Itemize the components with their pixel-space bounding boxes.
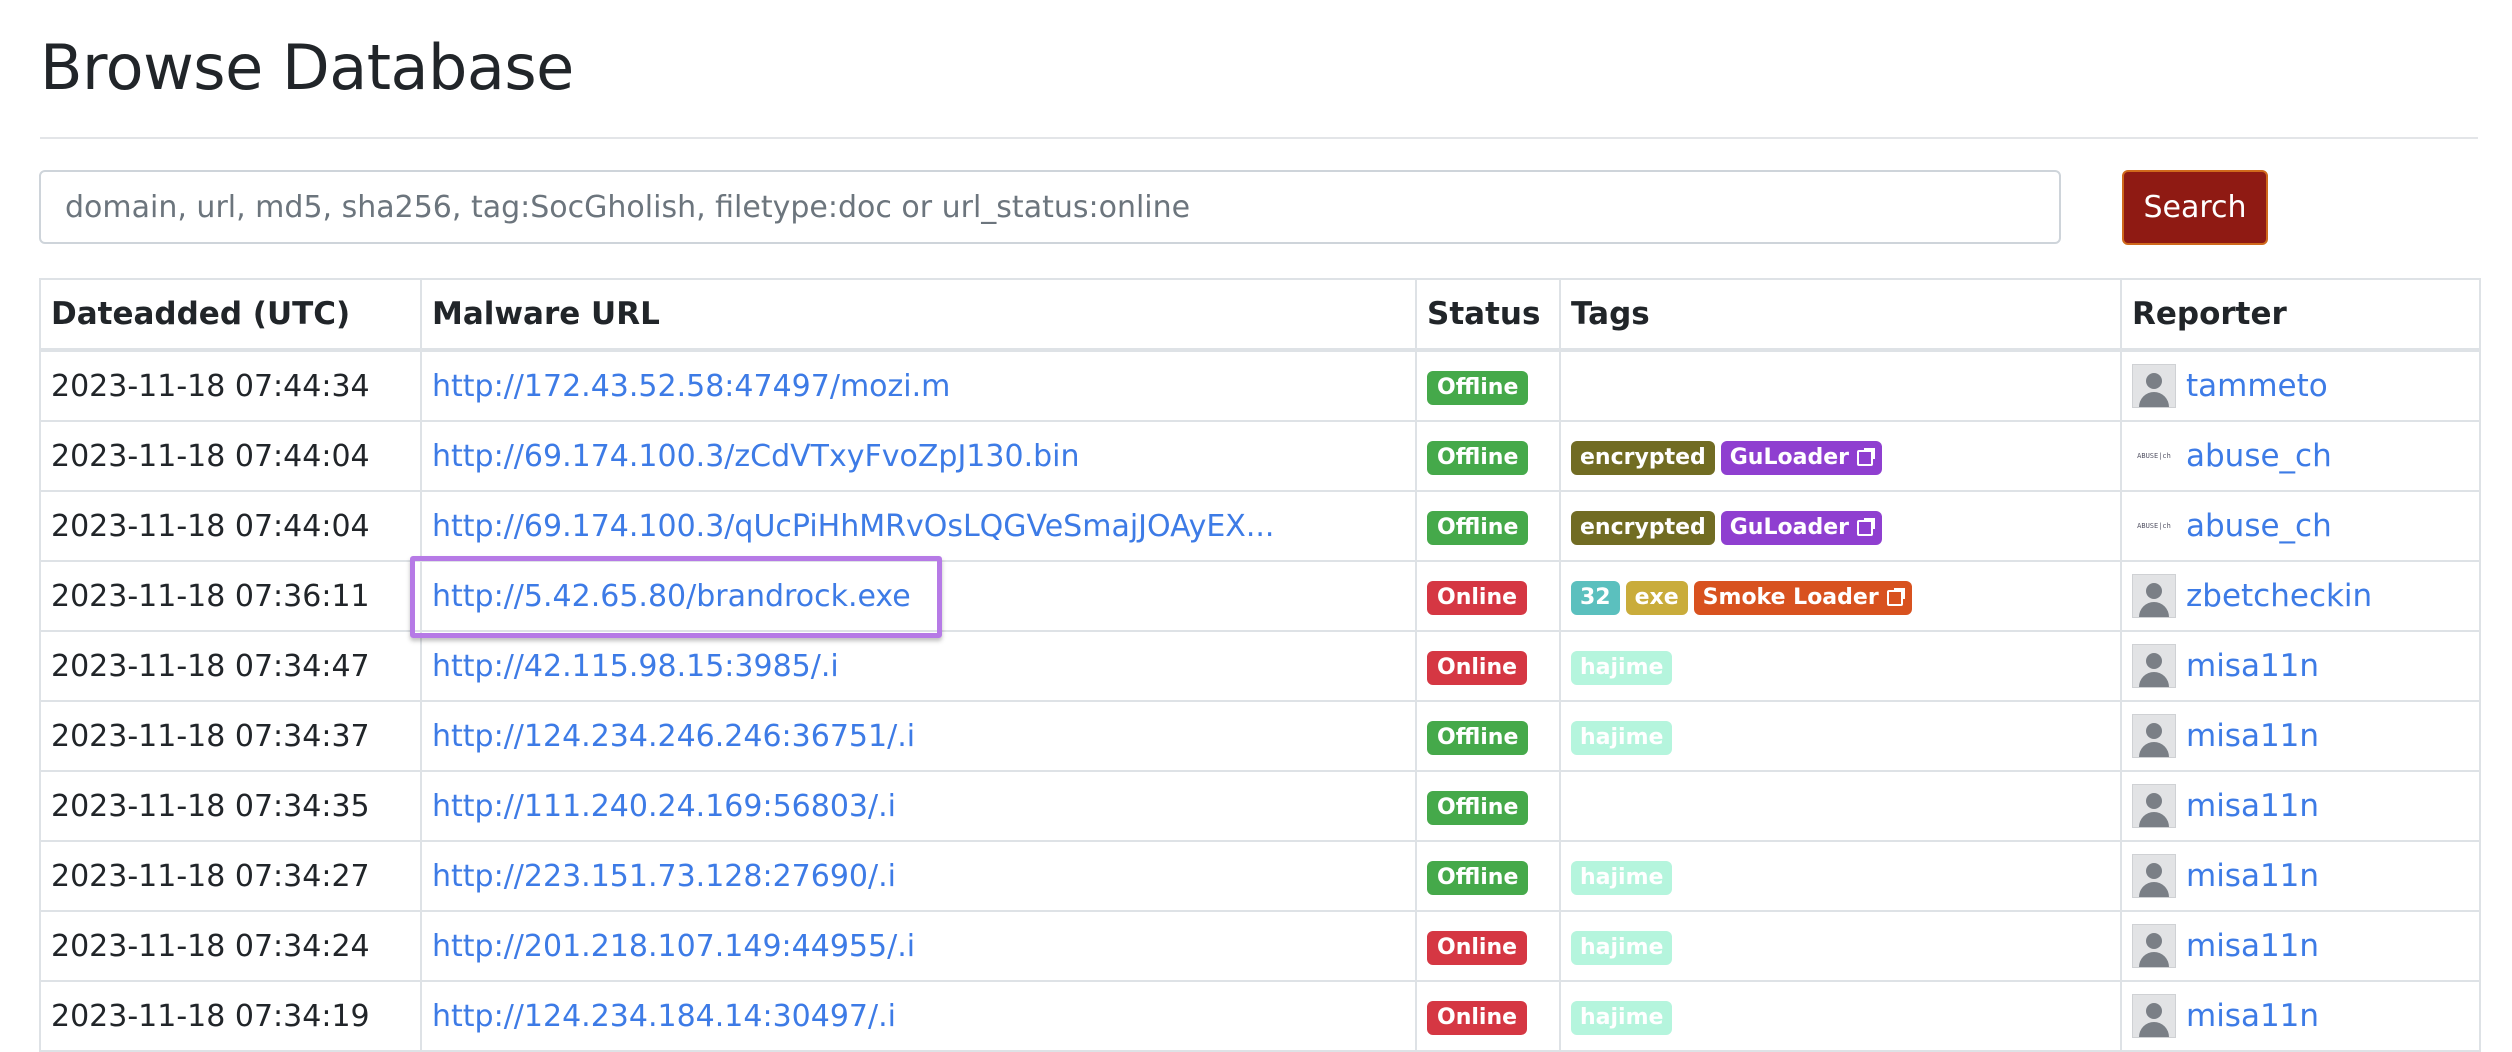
table-row: 2023-11-18 07:44:34 http://172.43.52.58:… — [39, 349, 2481, 422]
malware-url-link[interactable]: http://42.115.98.15:3985/.i — [432, 649, 839, 684]
user-avatar-icon — [2132, 784, 2176, 828]
tag-encrypted[interactable]: encrypted — [1571, 441, 1715, 475]
status-badge: Offline — [1427, 721, 1529, 755]
tags-cell: hajime — [1559, 700, 2122, 772]
search-button[interactable]: Search — [2122, 170, 2268, 245]
header-dateadded[interactable]: Dateadded (UTC) — [39, 278, 422, 352]
status-badge: Offline — [1427, 511, 1529, 545]
table-row: 2023-11-18 07:36:11 http://5.42.65.80/br… — [39, 556, 2481, 638]
date-cell: 2023-11-18 07:34:24 — [39, 910, 422, 982]
malware-url-table: Dateadded (UTC) Malware URL Status Tags … — [39, 278, 2481, 1052]
user-avatar-icon — [2132, 574, 2176, 618]
user-avatar-icon — [2132, 644, 2176, 688]
tags-cell: hajime — [1559, 910, 2122, 982]
tag-encrypted[interactable]: encrypted — [1571, 511, 1715, 545]
title-divider — [40, 137, 2478, 139]
user-avatar-icon — [2132, 714, 2176, 758]
date-cell: 2023-11-18 07:44:34 — [39, 349, 422, 422]
tag-smoke-loader[interactable]: Smoke Loader — [1693, 581, 1912, 615]
malware-url-link[interactable]: http://124.234.246.246:36751/.i — [432, 719, 915, 754]
malware-url-link[interactable]: http://69.174.100.3/qUcPiHhMRvOsLQGVeSma… — [432, 509, 1274, 544]
table-header-row: Dateadded (UTC) Malware URL Status Tags … — [39, 278, 2481, 352]
header-malware-url[interactable]: Malware URL — [420, 278, 1417, 352]
tag-label: GuLoader — [1729, 445, 1849, 470]
tag-hajime[interactable]: hajime — [1571, 931, 1673, 965]
reporter-link[interactable]: zbetcheckin — [2186, 578, 2372, 614]
abuse-ch-logo-icon: ABUSE|ch — [2137, 522, 2171, 530]
status-badge: Online — [1427, 1001, 1528, 1035]
status-badge: Offline — [1427, 441, 1529, 475]
table-row: 2023-11-18 07:34:24 http://201.218.107.1… — [39, 910, 2481, 982]
tag-hajime[interactable]: hajime — [1571, 721, 1673, 755]
date-cell: 2023-11-18 07:44:04 — [39, 490, 422, 562]
reporter-link[interactable]: abuse_ch — [2186, 438, 2332, 474]
tags-cell: encrypted GuLoader — [1559, 490, 2122, 562]
malware-url-link[interactable]: http://201.218.107.149:44955/.i — [432, 929, 915, 964]
user-avatar-icon — [2132, 924, 2176, 968]
user-avatar-icon — [2132, 994, 2176, 1038]
malware-url-link[interactable]: http://124.234.184.14:30497/.i — [432, 999, 896, 1034]
date-cell: 2023-11-18 07:34:47 — [39, 630, 422, 702]
tag-label: GuLoader — [1729, 515, 1849, 540]
header-reporter[interactable]: Reporter — [2120, 278, 2481, 352]
date-cell: 2023-11-18 07:34:37 — [39, 700, 422, 772]
table-row: 2023-11-18 07:44:04 http://69.174.100.3/… — [39, 490, 2481, 562]
reporter-link[interactable]: misa11n — [2186, 718, 2319, 754]
date-cell: 2023-11-18 07:44:04 — [39, 420, 422, 492]
table-row: 2023-11-18 07:34:19 http://124.234.184.1… — [39, 980, 2481, 1052]
tags-cell: hajime — [1559, 840, 2122, 912]
external-link-icon — [1856, 518, 1875, 536]
tag-hajime[interactable]: hajime — [1571, 1001, 1673, 1035]
user-avatar-icon — [2132, 364, 2176, 408]
tags-cell — [1559, 770, 2122, 842]
tag-hajime[interactable]: hajime — [1571, 861, 1673, 895]
malware-url-link[interactable]: http://111.240.24.169:56803/.i — [432, 789, 896, 824]
tags-cell: 32 exe Smoke Loader — [1559, 560, 2122, 632]
malware-url-link[interactable]: http://69.174.100.3/zCdVTxyFvoZpJ130.bin — [432, 439, 1080, 474]
status-badge: Online — [1427, 931, 1528, 965]
tag-hajime[interactable]: hajime — [1571, 651, 1673, 685]
date-cell: 2023-11-18 07:34:27 — [39, 840, 422, 912]
external-link-icon — [1886, 588, 1905, 606]
abuse-ch-logo-icon: ABUSE|ch — [2137, 452, 2171, 460]
status-badge: Offline — [1427, 791, 1529, 825]
tag-32[interactable]: 32 — [1571, 581, 1620, 615]
malware-url-link[interactable]: http://172.43.52.58:47497/mozi.m — [432, 369, 950, 404]
tag-guloader[interactable]: GuLoader — [1720, 511, 1882, 545]
date-cell: 2023-11-18 07:36:11 — [39, 560, 422, 632]
user-avatar-icon — [2132, 854, 2176, 898]
tag-label: Smoke Loader — [1702, 585, 1879, 610]
table-row: 2023-11-18 07:34:47 http://42.115.98.15:… — [39, 630, 2481, 702]
status-badge: Online — [1427, 651, 1528, 685]
reporter-link[interactable]: misa11n — [2186, 788, 2319, 824]
tags-cell: hajime — [1559, 980, 2122, 1052]
table-row: 2023-11-18 07:34:27 http://223.151.73.12… — [39, 840, 2481, 912]
header-status[interactable]: Status — [1415, 278, 1561, 352]
date-cell: 2023-11-18 07:34:35 — [39, 770, 422, 842]
date-cell: 2023-11-18 07:34:19 — [39, 980, 422, 1052]
reporter-link[interactable]: misa11n — [2186, 648, 2319, 684]
tags-cell: hajime — [1559, 630, 2122, 702]
malware-url-link[interactable]: http://5.42.65.80/brandrock.exe — [432, 579, 911, 614]
external-link-icon — [1856, 448, 1875, 466]
tags-cell — [1559, 349, 2122, 422]
malware-url-link[interactable]: http://223.151.73.128:27690/.i — [432, 859, 896, 894]
status-badge: Offline — [1427, 861, 1529, 895]
tags-cell: encrypted GuLoader — [1559, 420, 2122, 492]
tag-exe[interactable]: exe — [1625, 581, 1688, 615]
search-input[interactable] — [39, 170, 2061, 244]
header-tags[interactable]: Tags — [1559, 278, 2122, 352]
table-row: 2023-11-18 07:34:35 http://111.240.24.16… — [39, 770, 2481, 842]
reporter-link[interactable]: tammeto — [2186, 368, 2328, 404]
page-title: Browse Database — [40, 31, 574, 104]
table-row: 2023-11-18 07:44:04 http://69.174.100.3/… — [39, 420, 2481, 492]
status-badge: Offline — [1427, 371, 1529, 405]
tag-guloader[interactable]: GuLoader — [1720, 441, 1882, 475]
reporter-link[interactable]: misa11n — [2186, 858, 2319, 894]
reporter-link[interactable]: misa11n — [2186, 928, 2319, 964]
reporter-link[interactable]: abuse_ch — [2186, 508, 2332, 544]
table-row: 2023-11-18 07:34:37 http://124.234.246.2… — [39, 700, 2481, 772]
reporter-link[interactable]: misa11n — [2186, 998, 2319, 1034]
status-badge: Online — [1427, 581, 1528, 615]
